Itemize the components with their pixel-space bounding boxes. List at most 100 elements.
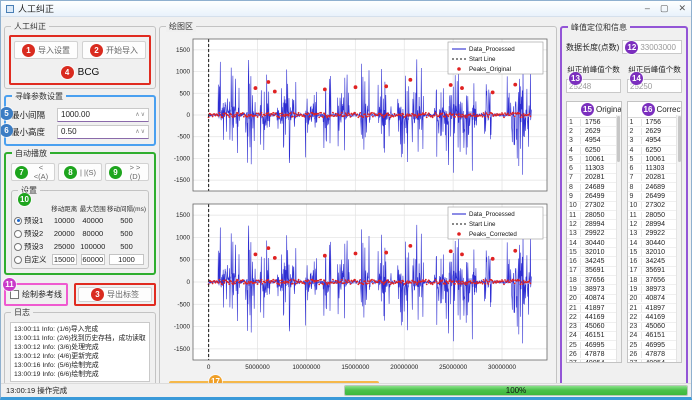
table-row[interactable]: 1128050 bbox=[567, 211, 621, 220]
table-row[interactable]: 1938973 bbox=[567, 285, 621, 294]
scrollbar[interactable] bbox=[616, 115, 621, 362]
table-row[interactable]: 2040874 bbox=[567, 295, 621, 304]
spin-down-icon[interactable]: ∨ bbox=[141, 128, 145, 135]
table-row[interactable]: 2749054 bbox=[628, 360, 682, 362]
scrollbar[interactable] bbox=[676, 115, 681, 362]
table-row[interactable]: 1735691 bbox=[628, 267, 682, 276]
table-row[interactable]: 1938973 bbox=[628, 285, 682, 294]
table-row[interactable]: 1634245 bbox=[628, 257, 682, 266]
table-row[interactable]: 46250 bbox=[567, 146, 621, 155]
table-row[interactable]: 46250 bbox=[628, 146, 682, 155]
table-row[interactable]: 1837656 bbox=[628, 276, 682, 285]
table-row[interactable]: 1228994 bbox=[567, 220, 621, 229]
table-row[interactable]: 2040874 bbox=[628, 295, 682, 304]
table-row[interactable]: 2749054 bbox=[567, 360, 621, 362]
spin-up-icon[interactable]: ∧ bbox=[135, 128, 139, 135]
radio-icon[interactable] bbox=[14, 243, 22, 251]
peak-params-group: 寻峰参数设置 5 最小间隔 1000.00 ∧ ∨ 6 最小高度 bbox=[4, 95, 156, 146]
preset-option[interactable]: 预设2 bbox=[14, 228, 50, 239]
table-row[interactable]: 720281 bbox=[567, 174, 621, 183]
preset-value-input[interactable]: 60000 bbox=[81, 254, 106, 265]
table-row[interactable]: 1128050 bbox=[628, 211, 682, 220]
table-row[interactable]: 1837656 bbox=[567, 276, 621, 285]
peak-value: 27302 bbox=[581, 202, 604, 209]
table-row[interactable]: 11756 bbox=[567, 118, 621, 127]
preset-value-input[interactable]: 1000 bbox=[109, 254, 144, 265]
peak-value: 11303 bbox=[581, 165, 604, 172]
table-row[interactable]: 1634245 bbox=[567, 257, 621, 266]
table-row[interactable]: 926499 bbox=[628, 192, 682, 201]
table-row[interactable]: 1228994 bbox=[628, 220, 682, 229]
table-row[interactable]: 720281 bbox=[628, 174, 682, 183]
preset-option[interactable]: 预设3 bbox=[14, 241, 50, 252]
log-output[interactable]: 13:00:11 Info: (1/6)导入完成13:00:11 Info: (… bbox=[10, 322, 150, 382]
preset-option[interactable]: 预设1 bbox=[14, 215, 50, 226]
table-row[interactable]: 824689 bbox=[567, 183, 621, 192]
table-row[interactable]: 2446151 bbox=[628, 332, 682, 341]
table-row[interactable]: 611303 bbox=[628, 164, 682, 173]
min-interval-input[interactable]: 1000.00 ∧ ∨ bbox=[57, 108, 149, 122]
min-height-input[interactable]: 0.50 ∧ ∨ bbox=[57, 125, 149, 139]
radio-icon[interactable] bbox=[14, 256, 22, 264]
row-index: 5 bbox=[628, 156, 642, 163]
table-row[interactable]: 1430440 bbox=[567, 239, 621, 248]
minimize-button[interactable]: – bbox=[645, 3, 650, 14]
maximize-button[interactable]: ▢ bbox=[660, 3, 669, 14]
table-row[interactable]: 2345060 bbox=[567, 323, 621, 332]
table-row[interactable]: 1027302 bbox=[567, 202, 621, 211]
row-index: 27 bbox=[628, 360, 642, 362]
spin-up-icon[interactable]: ∧ bbox=[135, 111, 139, 118]
row-index: 6 bbox=[567, 165, 581, 172]
start-import-button[interactable]: 2 开始导入 bbox=[82, 41, 146, 59]
table-row[interactable]: 11756 bbox=[628, 118, 682, 127]
table-row[interactable]: 2141897 bbox=[567, 304, 621, 313]
close-button[interactable]: ✕ bbox=[678, 3, 686, 14]
table-row[interactable]: 34954 bbox=[567, 137, 621, 146]
peak-value: 10061 bbox=[642, 156, 665, 163]
table-row[interactable]: 2446151 bbox=[567, 332, 621, 341]
table-row[interactable]: 1532010 bbox=[567, 248, 621, 257]
checkbox-icon[interactable] bbox=[10, 290, 19, 299]
table-row[interactable]: 2141897 bbox=[628, 304, 682, 313]
table-row[interactable]: 926499 bbox=[567, 192, 621, 201]
table-row[interactable]: 1329922 bbox=[567, 230, 621, 239]
table-row[interactable]: 1735691 bbox=[567, 267, 621, 276]
table-row[interactable]: 2244169 bbox=[567, 313, 621, 322]
signal-plot-original[interactable]: 150010005000-500-1000-1500Data_Processed… bbox=[163, 35, 553, 195]
table-row[interactable]: 2647878 bbox=[628, 350, 682, 359]
play-backward-button[interactable]: 7 < <(A) bbox=[11, 163, 55, 181]
preset-value-input[interactable]: 15000 bbox=[52, 254, 77, 265]
import-settings-button[interactable]: 1 导入设置 bbox=[14, 41, 78, 59]
table-row[interactable]: 824689 bbox=[628, 183, 682, 192]
radio-icon[interactable] bbox=[14, 217, 22, 225]
table-row[interactable]: 22629 bbox=[567, 127, 621, 136]
table-row[interactable]: 1532010 bbox=[628, 248, 682, 257]
table-row[interactable]: 1027302 bbox=[628, 202, 682, 211]
row-index: 26 bbox=[567, 351, 581, 358]
draw-reference-checkbox[interactable]: 11 绘制参考线 bbox=[4, 283, 68, 306]
table-row[interactable]: 1329922 bbox=[628, 230, 682, 239]
export-labels-button[interactable]: 3 导出标签 bbox=[78, 287, 152, 302]
table-row[interactable]: 2546995 bbox=[628, 341, 682, 350]
preset-option[interactable]: 自定义 bbox=[14, 254, 50, 265]
table-row[interactable]: 1430440 bbox=[628, 239, 682, 248]
table-row[interactable]: 2546995 bbox=[567, 341, 621, 350]
peak-value: 41897 bbox=[642, 305, 665, 312]
radio-icon[interactable] bbox=[14, 230, 22, 238]
table-row[interactable]: 2647878 bbox=[567, 350, 621, 359]
table-row[interactable]: 34954 bbox=[628, 137, 682, 146]
table-row[interactable]: 510061 bbox=[628, 155, 682, 164]
table-row[interactable]: 2345060 bbox=[628, 323, 682, 332]
pause-button[interactable]: 8 | |(S) bbox=[58, 163, 102, 181]
peak-value: 32010 bbox=[642, 249, 665, 256]
play-forward-button[interactable]: 9 > >(D) bbox=[105, 163, 149, 181]
signal-plot-corrected[interactable]: 150010005000-500-1000-150005000000100000… bbox=[163, 200, 553, 373]
table-row[interactable]: 2244169 bbox=[628, 313, 682, 322]
peak-value: 40874 bbox=[581, 295, 604, 302]
table-row[interactable]: 611303 bbox=[567, 164, 621, 173]
spin-down-icon[interactable]: ∨ bbox=[141, 111, 145, 118]
table-row[interactable]: 510061 bbox=[567, 155, 621, 164]
preset-label: 预设2 bbox=[24, 228, 43, 239]
min-height-label: 最小高度 bbox=[11, 126, 53, 138]
table-row[interactable]: 22629 bbox=[628, 127, 682, 136]
